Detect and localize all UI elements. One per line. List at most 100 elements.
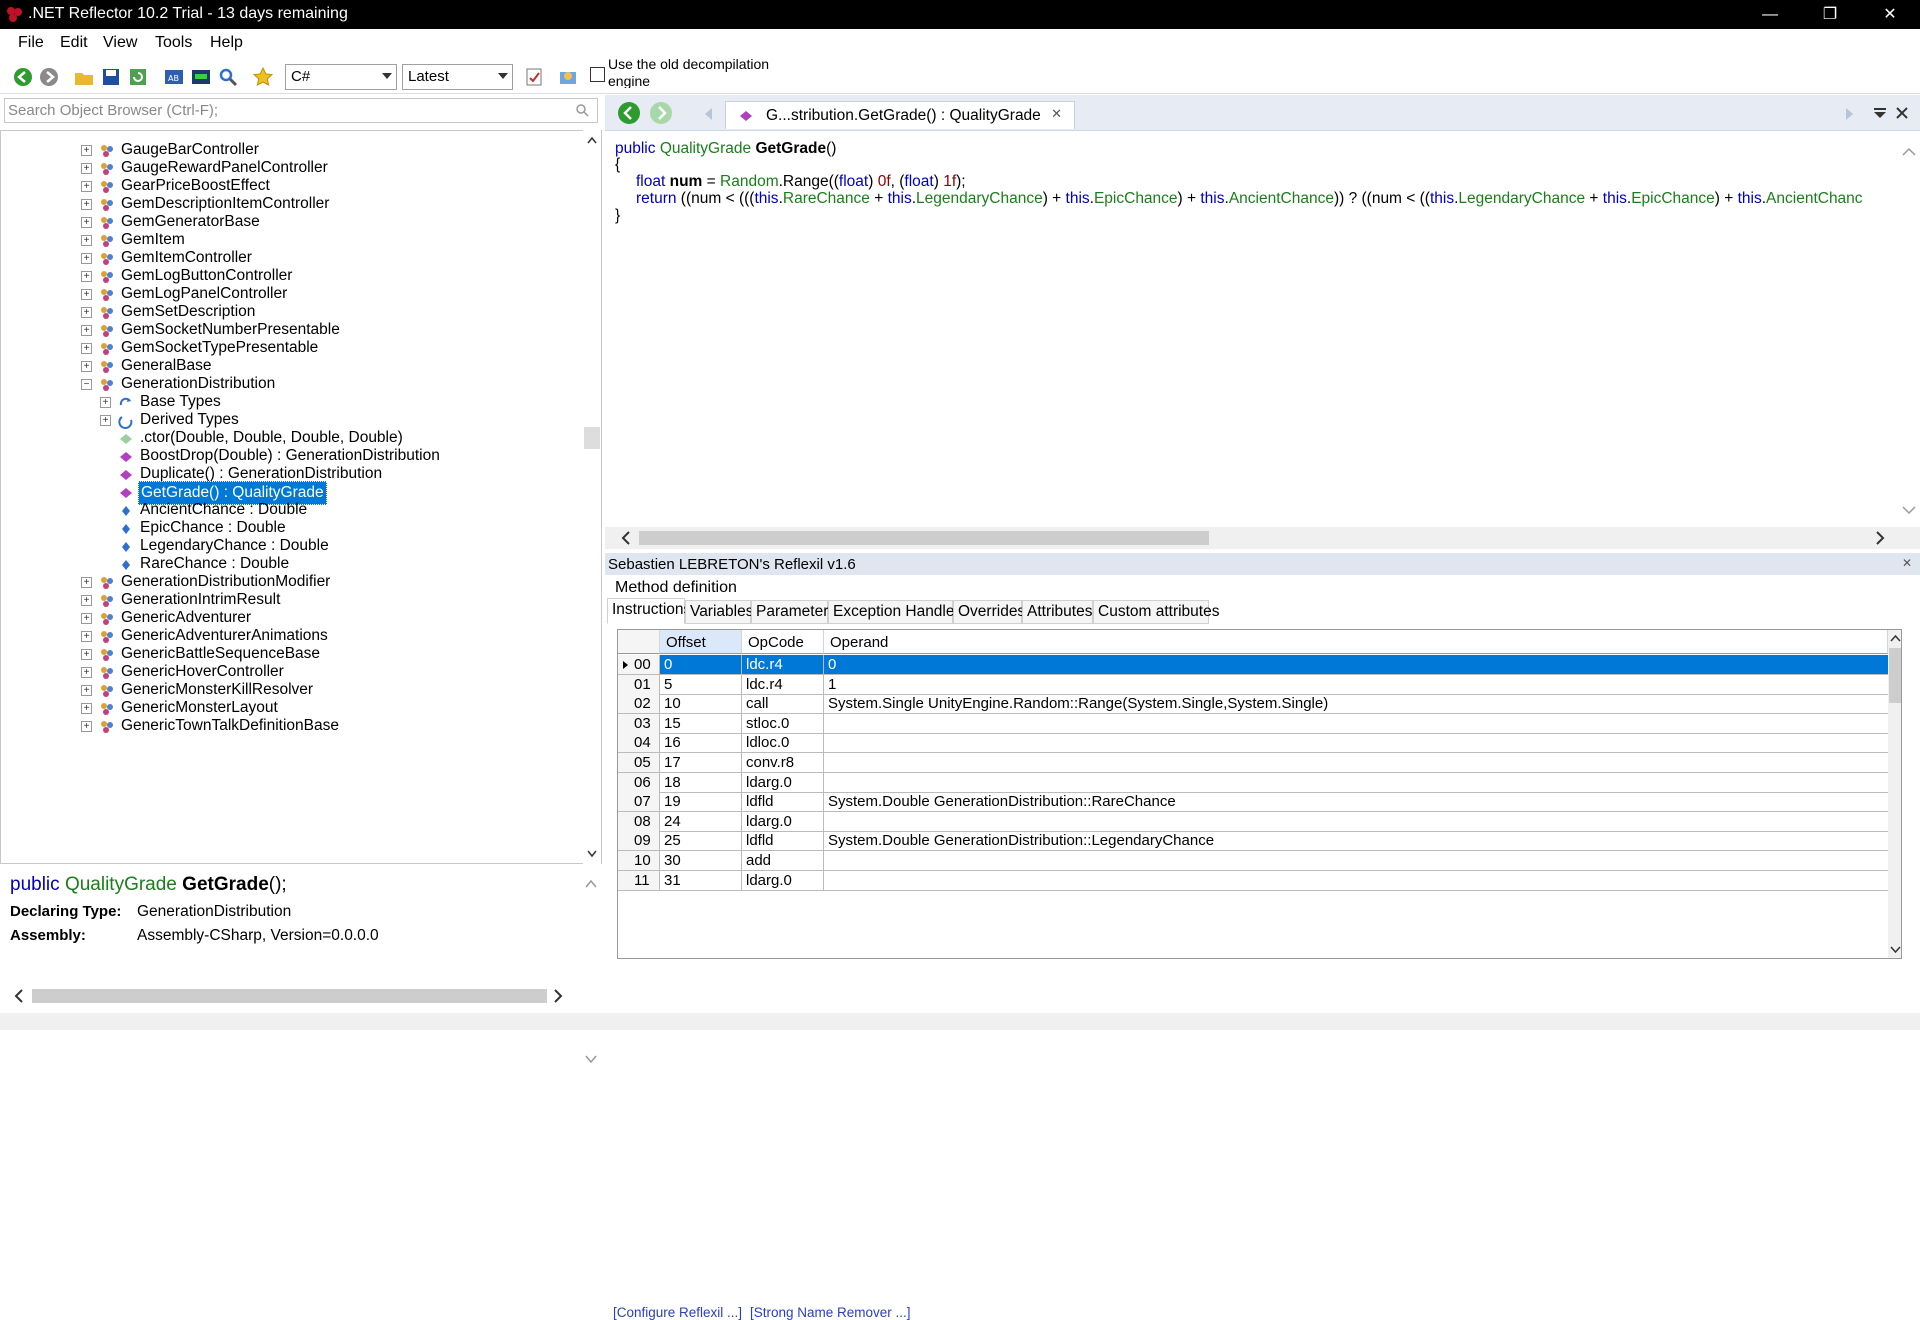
instruction-row[interactable]: 11 31 ldarg.0 xyxy=(618,870,1888,891)
expand-icon[interactable]: + xyxy=(81,253,92,264)
menu-view[interactable]: View xyxy=(103,34,137,52)
opcode-cell[interactable]: stloc.0 xyxy=(742,713,824,733)
opcode-cell[interactable]: ldarg.0 xyxy=(742,870,824,890)
expand-icon[interactable]: + xyxy=(81,325,92,336)
tab-scroll-left-icon[interactable] xyxy=(703,107,713,121)
operand-cell[interactable] xyxy=(824,753,1888,772)
scroll-down-icon[interactable] xyxy=(1890,946,1901,954)
scroll-down-icon[interactable] xyxy=(587,850,597,858)
scroll-thumb[interactable] xyxy=(32,989,547,1003)
maximize-button[interactable]: ❐ xyxy=(1800,0,1860,29)
offset-cell[interactable]: 15 xyxy=(660,713,742,733)
expand-icon[interactable]: + xyxy=(81,289,92,300)
language-select[interactable]: C# xyxy=(285,64,397,90)
addin-icon[interactable] xyxy=(557,66,579,88)
scroll-down-icon[interactable] xyxy=(585,1055,597,1063)
expand-icon[interactable]: + xyxy=(81,721,92,732)
scroll-up-icon[interactable] xyxy=(585,880,597,888)
strong-name-remover-link[interactable]: [Strong Name Remover ...] xyxy=(750,1305,911,1320)
search-icon[interactable] xyxy=(575,103,589,117)
tree-item[interactable]: + GenericTownTalkDefinitionBase xyxy=(1,715,581,737)
minimize-button[interactable]: — xyxy=(1740,0,1800,29)
opcode-cell[interactable]: ldarg.0 xyxy=(742,811,824,831)
operand-cell[interactable] xyxy=(824,871,1888,890)
scroll-up-icon[interactable] xyxy=(587,136,597,144)
document-tab[interactable]: G...stribution.GetGrade() : QualityGrade… xyxy=(725,101,1075,129)
scroll-thumb[interactable] xyxy=(1889,648,1901,703)
forward-icon[interactable] xyxy=(649,101,673,125)
offset-cell[interactable]: 19 xyxy=(660,792,742,812)
refresh-icon[interactable] xyxy=(127,66,149,88)
instruction-row[interactable]: 10 30 add xyxy=(618,851,1888,871)
decompiled-code-view[interactable]: public QualityGrade GetGrade() { float n… xyxy=(605,137,1920,527)
scroll-right-icon[interactable] xyxy=(553,989,563,1003)
expand-icon[interactable]: + xyxy=(81,145,92,156)
expand-icon[interactable]: + xyxy=(81,703,92,714)
grid-vertical-scrollbar[interactable] xyxy=(1888,630,1901,958)
expand-icon[interactable]: + xyxy=(81,685,92,696)
opcode-cell[interactable]: ldc.r4 xyxy=(742,674,824,694)
version-select[interactable]: Latest xyxy=(402,64,513,90)
expand-icon[interactable]: + xyxy=(81,199,92,210)
expand-icon[interactable]: + xyxy=(81,235,92,246)
tab-scroll-right-icon[interactable] xyxy=(1845,107,1855,121)
assembly-list-icon[interactable]: AB xyxy=(163,66,185,88)
instructions-grid[interactable]: Offset OpCode Operand 00 0 ldc.r4 0 01 5 ldc.r… xyxy=(617,629,1902,959)
tab-attributes[interactable]: Attributes xyxy=(1022,600,1093,624)
scroll-left-icon[interactable] xyxy=(14,989,24,1003)
opcode-cell[interactable]: ldfld xyxy=(742,831,824,851)
instruction-row[interactable]: 05 17 conv.r8 xyxy=(618,753,1888,773)
instruction-row[interactable]: 07 19 ldfld System.Double GenerationDistrib… xyxy=(618,792,1888,813)
search-icon[interactable] xyxy=(217,66,239,88)
operand-cell[interactable] xyxy=(824,851,1888,870)
operand-cell[interactable]: 1 xyxy=(824,675,1888,694)
expand-icon[interactable]: + xyxy=(81,307,92,318)
tab-overrides[interactable]: Overrides xyxy=(953,600,1025,624)
expand-icon[interactable]: + xyxy=(100,397,111,408)
opcode-cell[interactable]: ldc.r4 xyxy=(742,655,824,674)
description-horizontal-scrollbar[interactable] xyxy=(0,985,575,1007)
back-icon[interactable] xyxy=(12,66,34,88)
tab-parameters[interactable]: Parameters xyxy=(751,600,836,624)
instruction-row[interactable]: 08 24 ldarg.0 xyxy=(618,811,1888,832)
opcode-cell[interactable]: conv.r8 xyxy=(742,753,824,772)
configure-reflexil-link[interactable]: [Configure Reflexil ...] xyxy=(613,1305,742,1320)
options-icon[interactable] xyxy=(523,66,545,88)
operand-cell[interactable]: System.Double GenerationDistribution::Le… xyxy=(824,831,1888,850)
object-browser-tree[interactable]: + GaugeBarController + GaugeRewardPanelCont… xyxy=(0,130,602,864)
scroll-down-icon[interactable] xyxy=(1902,505,1916,515)
old-engine-checkbox[interactable] xyxy=(590,67,605,82)
operand-cell[interactable] xyxy=(824,733,1888,752)
tab-variables[interactable]: Variables xyxy=(685,600,753,624)
opcode-cell[interactable]: ldloc.0 xyxy=(742,733,824,753)
opcode-cell[interactable]: ldarg.0 xyxy=(742,772,824,792)
bookmark-star-icon[interactable] xyxy=(252,66,274,88)
scroll-left-icon[interactable] xyxy=(621,531,631,545)
expand-icon[interactable]: + xyxy=(81,649,92,660)
scroll-thumb[interactable] xyxy=(584,427,600,449)
scroll-up-icon[interactable] xyxy=(1902,147,1916,157)
column-header-opcode[interactable]: OpCode xyxy=(742,630,824,654)
operand-cell[interactable]: System.Single UnityEngine.Random::Range(… xyxy=(824,694,1888,713)
expand-icon[interactable]: + xyxy=(81,613,92,624)
instruction-row[interactable]: 00 0 ldc.r4 0 xyxy=(618,655,1888,675)
column-header-operand[interactable]: Operand xyxy=(824,630,1888,654)
tab-custom-attributes[interactable]: Custom attributes xyxy=(1093,600,1219,624)
operand-cell[interactable]: 0 xyxy=(824,655,1888,674)
analyzer-icon[interactable] xyxy=(190,66,212,88)
column-header-offset[interactable]: Offset xyxy=(660,630,742,654)
scroll-thumb[interactable] xyxy=(639,531,1209,545)
tab-instructions[interactable]: Instructions xyxy=(607,598,691,624)
scroll-right-icon[interactable] xyxy=(1875,531,1885,545)
save-icon[interactable] xyxy=(100,66,122,88)
close-pane-icon[interactable] xyxy=(1895,106,1909,120)
expand-icon[interactable]: + xyxy=(81,361,92,372)
expand-icon[interactable]: + xyxy=(81,595,92,606)
operand-cell[interactable]: System.Double GenerationDistribution::Ra… xyxy=(824,792,1888,811)
offset-cell[interactable]: 10 xyxy=(660,694,742,714)
operand-cell[interactable] xyxy=(824,773,1888,792)
scroll-up-icon[interactable] xyxy=(1890,634,1901,642)
tab-exception-handlers[interactable]: Exception Handlers xyxy=(828,600,967,624)
offset-cell[interactable]: 0 xyxy=(660,655,742,674)
offset-cell[interactable]: 25 xyxy=(660,831,742,851)
